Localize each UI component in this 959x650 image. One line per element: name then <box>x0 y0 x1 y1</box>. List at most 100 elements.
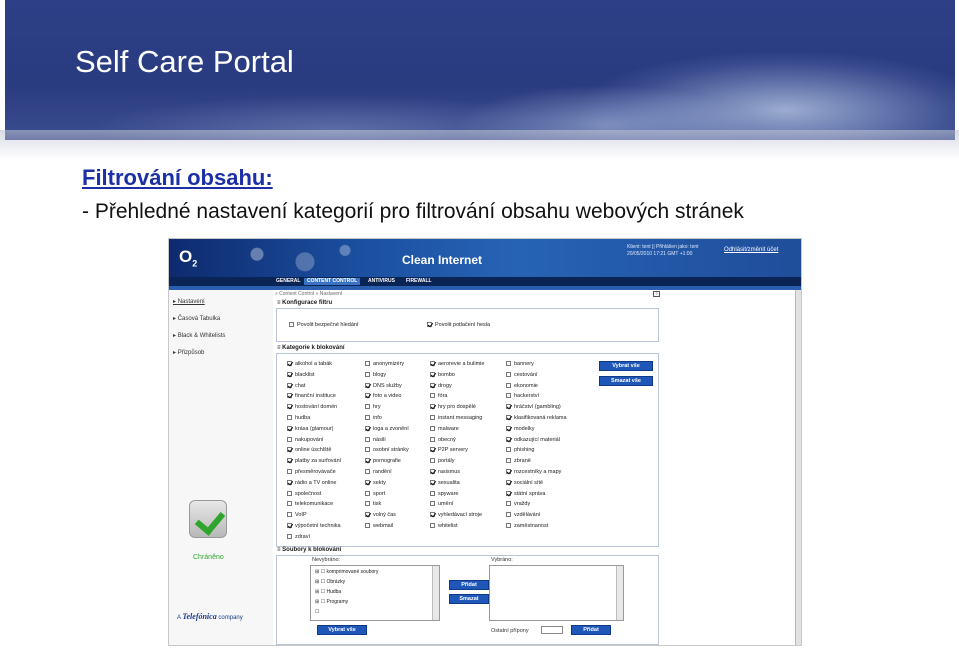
page-scrollbar[interactable] <box>795 290 801 645</box>
category-checkbox[interactable]: spyware <box>430 491 458 497</box>
category-checkbox[interactable]: klasifikovaná reklama <box>506 415 567 421</box>
blocked-list[interactable] <box>489 565 624 621</box>
category-checkbox[interactable]: přesměrovávače <box>287 469 336 475</box>
checkbox-square[interactable] <box>365 393 370 399</box>
list-item[interactable]: ⊞ ☐ Programy <box>315 599 348 605</box>
category-checkbox[interactable]: portály <box>430 458 455 464</box>
category-checkbox[interactable]: drogy <box>430 383 452 389</box>
checkbox-square[interactable] <box>287 458 292 464</box>
checkbox-square[interactable] <box>506 361 511 367</box>
category-checkbox[interactable]: hry pro dospělé <box>430 404 476 410</box>
category-checkbox[interactable]: webmail <box>365 523 393 529</box>
category-checkbox[interactable]: rádio a TV online <box>287 480 336 486</box>
tab-content-control[interactable]: CONTENT CONTROL <box>304 278 361 285</box>
category-checkbox[interactable]: výpočetní technika <box>287 523 341 529</box>
checkbox-square[interactable] <box>506 458 511 464</box>
category-checkbox[interactable]: společnost <box>287 491 321 497</box>
category-checkbox[interactable]: vyhledávací stroje <box>430 512 482 518</box>
category-checkbox[interactable]: loga a zvonění <box>365 426 409 432</box>
checkbox-square[interactable] <box>287 501 292 507</box>
checkbox-square[interactable] <box>287 404 292 410</box>
checkbox-square[interactable] <box>430 382 435 388</box>
extension-input[interactable] <box>541 626 563 634</box>
category-checkbox[interactable]: státní správa <box>506 491 546 497</box>
checkbox-square[interactable] <box>430 490 435 496</box>
files-select-all-button[interactable]: Vybrat vše <box>317 625 367 635</box>
category-checkbox[interactable]: krása (glamour) <box>287 426 334 432</box>
category-checkbox[interactable]: zdraví <box>287 534 310 540</box>
category-checkbox[interactable]: phishing <box>506 447 535 453</box>
checkbox-square[interactable] <box>430 415 435 421</box>
list-item[interactable]: ⊞ ☐ komprimované soubory <box>315 569 378 575</box>
checkbox-square[interactable] <box>287 479 292 485</box>
checkbox-square[interactable] <box>365 371 370 377</box>
category-checkbox[interactable]: blogy <box>365 372 386 378</box>
category-checkbox[interactable]: alkohol a tabák <box>287 361 332 367</box>
category-checkbox[interactable]: tisk <box>365 501 381 507</box>
checkbox-square[interactable] <box>430 393 435 399</box>
checkbox-square[interactable] <box>287 469 292 475</box>
category-checkbox[interactable]: zbraně <box>506 458 531 464</box>
checkbox-square[interactable] <box>365 479 370 485</box>
checkbox-square[interactable] <box>430 425 435 431</box>
category-checkbox[interactable]: randění <box>365 469 392 475</box>
category-checkbox[interactable]: finanční instituce <box>287 393 336 399</box>
category-checkbox[interactable]: fóra <box>430 393 447 399</box>
category-checkbox[interactable]: chat <box>287 383 305 389</box>
list-scrollbar[interactable] <box>432 566 439 620</box>
category-checkbox[interactable]: zaměstnanost <box>506 523 548 529</box>
category-checkbox[interactable]: platby za surfování <box>287 458 341 464</box>
checkbox-square[interactable] <box>506 425 511 431</box>
checkbox-square[interactable] <box>506 415 511 421</box>
checkbox-square[interactable] <box>430 404 435 410</box>
category-checkbox[interactable]: sport <box>365 491 385 497</box>
checkbox-square[interactable] <box>506 404 511 410</box>
tab-general[interactable]: GENERAL <box>273 278 303 285</box>
category-checkbox[interactable]: telekomunikace <box>287 501 333 507</box>
unblocked-list[interactable]: ⊞ ☐ komprimované soubory ⊞ ☐ Obrázky ⊞ ☐… <box>310 565 440 621</box>
checkbox-square[interactable] <box>506 382 511 388</box>
checkbox-square[interactable] <box>365 512 370 518</box>
checkbox-square[interactable] <box>365 425 370 431</box>
checkbox-square[interactable] <box>430 458 435 464</box>
category-checkbox[interactable]: hostování domén <box>287 404 337 410</box>
remove-file-button[interactable]: Smazat <box>449 594 489 604</box>
category-checkbox[interactable]: anonymizéry <box>365 361 404 367</box>
checkbox-square[interactable] <box>430 523 435 529</box>
checkbox-square[interactable] <box>287 436 292 442</box>
category-checkbox[interactable]: malware <box>430 426 459 432</box>
category-checkbox[interactable]: online úschlště <box>287 447 331 453</box>
select-all-button[interactable]: Vybrat vše <box>599 361 653 371</box>
category-checkbox[interactable]: hráčství (gambling) <box>506 404 561 410</box>
category-checkbox[interactable]: volný čas <box>365 512 396 518</box>
category-checkbox[interactable]: sexualita <box>430 480 460 486</box>
category-checkbox[interactable]: umění <box>430 501 453 507</box>
checkbox-square[interactable] <box>365 404 370 410</box>
category-checkbox[interactable]: hry <box>365 404 381 410</box>
checkbox-square[interactable] <box>365 458 370 464</box>
category-checkbox[interactable]: bannery <box>506 361 534 367</box>
category-checkbox[interactable]: vraždy <box>506 501 530 507</box>
checkbox-square[interactable] <box>365 523 370 529</box>
list-item[interactable]: ⊞ ☐ Hudba <box>315 589 341 595</box>
help-icon[interactable]: ? <box>653 291 660 297</box>
category-checkbox[interactable]: sekty <box>365 480 386 486</box>
sidebar-item-black-whitelists[interactable]: ▸ Black & Whitelists <box>173 332 225 339</box>
checkbox-square[interactable] <box>287 425 292 431</box>
checkbox-square[interactable] <box>506 469 511 475</box>
clear-all-button[interactable]: Smazat vše <box>599 376 653 386</box>
checkbox-square[interactable] <box>365 415 370 421</box>
sidebar-item-nastaveni[interactable]: ▸ Nastavení <box>173 298 205 305</box>
checkbox-square[interactable] <box>365 447 370 453</box>
category-checkbox[interactable]: obecný <box>430 437 456 443</box>
checkbox-square[interactable] <box>287 393 292 399</box>
checkbox-square[interactable] <box>506 371 511 377</box>
checkbox-square[interactable] <box>430 447 435 453</box>
checkbox-square[interactable] <box>430 501 435 507</box>
logout-link[interactable]: Odhlásit/změnit účet <box>724 247 778 253</box>
category-checkbox[interactable]: foto a video <box>365 393 401 399</box>
category-checkbox[interactable]: hackerství <box>506 393 539 399</box>
checkbox-square[interactable] <box>287 361 292 367</box>
category-checkbox[interactable]: blacklist <box>287 372 315 378</box>
checkbox-square[interactable] <box>506 501 511 507</box>
